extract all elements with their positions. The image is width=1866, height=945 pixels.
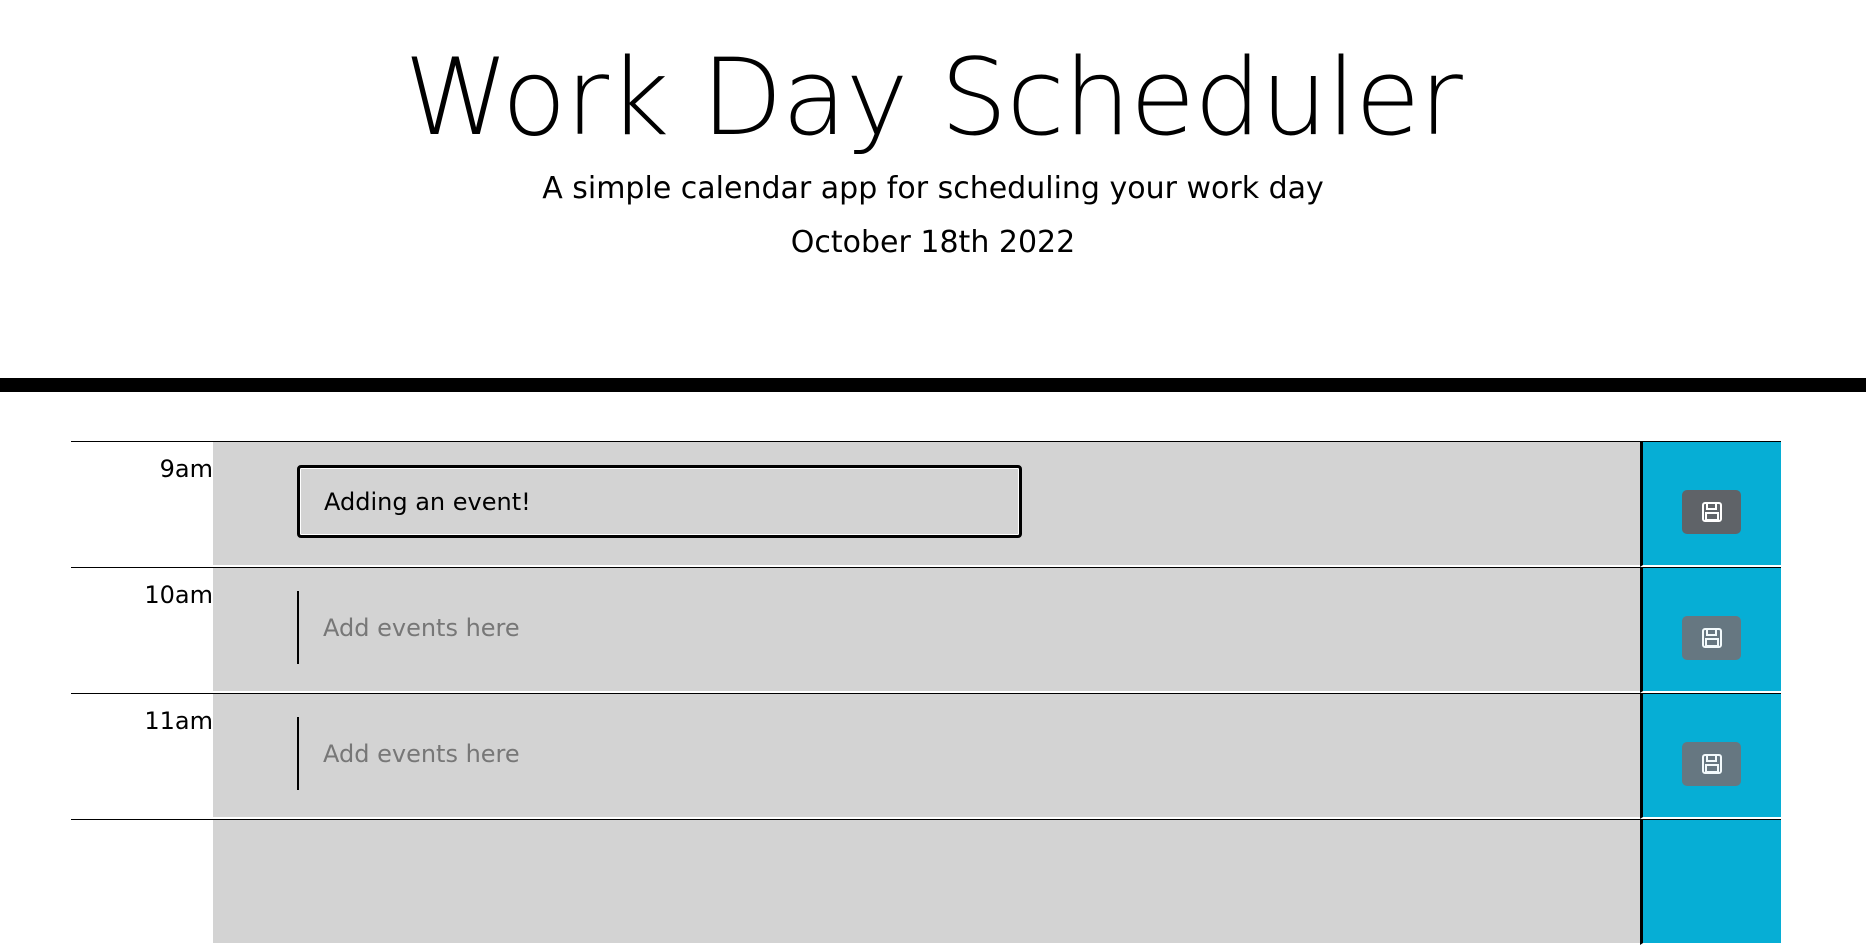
page-title: Work Day Scheduler	[404, 36, 1463, 159]
floppy-disk-icon	[1701, 502, 1722, 522]
event-input-9am[interactable]	[297, 465, 1022, 538]
hour-label: 11am	[144, 707, 213, 735]
hour-label-cell: 10am	[71, 568, 213, 694]
current-date: October 18th 2022	[790, 225, 1076, 260]
time-block-11am: 11am	[71, 693, 1781, 819]
hour-label: 10am	[144, 581, 213, 609]
save-cell	[1640, 694, 1781, 819]
event-cell	[213, 442, 1640, 567]
event-input-10am[interactable]	[297, 591, 1022, 664]
event-cell	[213, 820, 1640, 945]
event-cell	[213, 694, 1640, 819]
page-subtitle: A simple calendar app for scheduling you…	[542, 171, 1324, 206]
time-block-next	[71, 819, 1781, 945]
save-button-9am[interactable]	[1682, 490, 1741, 534]
time-block-10am: 10am	[71, 567, 1781, 693]
header-divider	[0, 378, 1866, 392]
save-cell	[1640, 820, 1781, 945]
hour-label-cell: 11am	[71, 694, 213, 820]
save-cell	[1640, 442, 1781, 567]
save-cell	[1640, 568, 1781, 693]
hour-label: 9am	[159, 455, 213, 483]
schedule: 9am 10am	[71, 441, 1781, 945]
floppy-disk-icon	[1701, 754, 1722, 774]
event-input-11am[interactable]	[297, 717, 1022, 790]
header: Work Day Scheduler A simple calendar app…	[0, 0, 1866, 378]
time-block-9am: 9am	[71, 441, 1781, 567]
save-button-11am[interactable]	[1682, 742, 1741, 786]
floppy-disk-icon	[1701, 628, 1722, 648]
hour-label-cell: 9am	[71, 442, 213, 568]
event-cell	[213, 568, 1640, 693]
save-button-10am[interactable]	[1682, 616, 1741, 660]
